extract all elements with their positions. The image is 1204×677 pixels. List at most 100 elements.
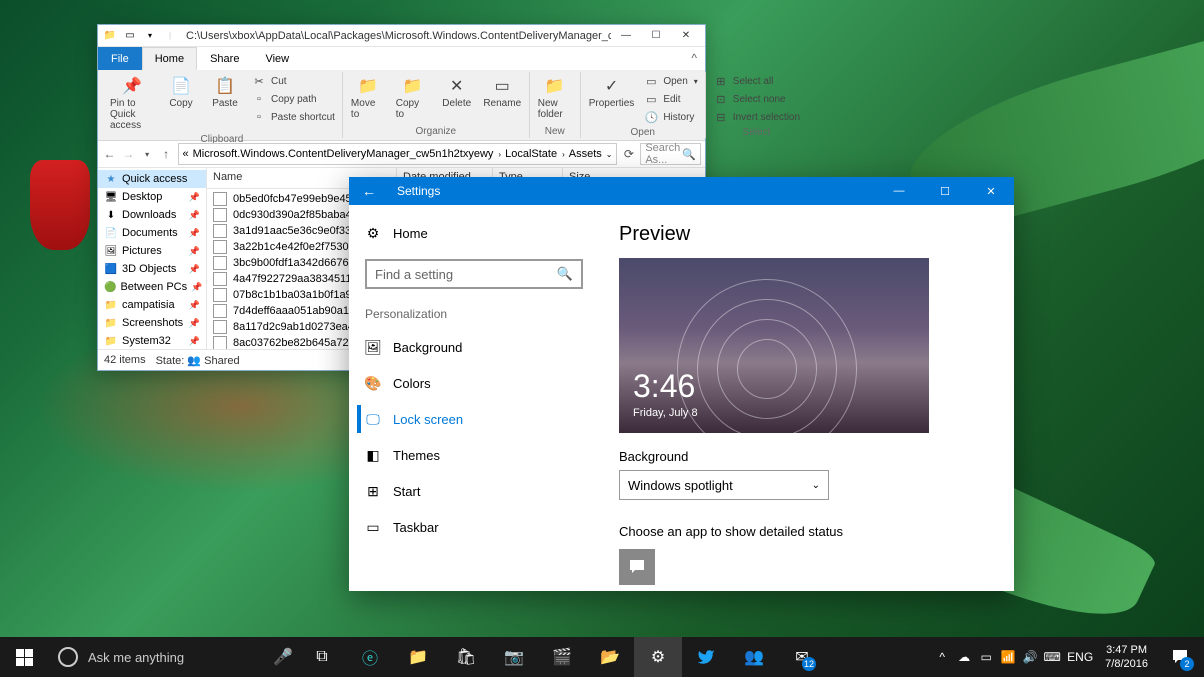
edge-app[interactable]: ⓔ — [346, 637, 394, 677]
store-app[interactable]: 🛍 — [442, 637, 490, 677]
language-indicator[interactable]: ENG — [1063, 637, 1097, 677]
close-button[interactable]: ✕ — [671, 26, 701, 46]
quick-access[interactable]: ★Quick access — [98, 170, 206, 188]
volume-icon[interactable]: 🔊 — [1019, 637, 1041, 677]
close-button[interactable]: ✕ — [968, 177, 1014, 205]
folder-icon: 📁 — [102, 28, 118, 44]
copy-to-button[interactable]: 📁Copy to — [392, 72, 434, 122]
settings-title: Settings — [389, 184, 440, 198]
settings-app[interactable]: ⚙ — [634, 637, 682, 677]
file-icon — [213, 288, 227, 302]
sidebar-item-start[interactable]: ⊞Start — [357, 473, 591, 509]
defender-icon[interactable]: ▭ — [975, 637, 997, 677]
copy-button[interactable]: 📄Copy — [160, 72, 202, 111]
nav-item[interactable]: 📁System32📌 — [98, 332, 206, 349]
pin-quick-access-button[interactable]: 📌Pin to Quick access — [106, 72, 158, 133]
nav-back-button[interactable]: ← — [102, 143, 117, 165]
tab-share[interactable]: Share — [197, 47, 252, 70]
folder-icon: 📁 — [104, 298, 118, 312]
cut-button[interactable]: ✂Cut — [248, 72, 338, 90]
nav-forward-button[interactable]: → — [121, 143, 136, 165]
paste-button[interactable]: 📋Paste — [204, 72, 246, 111]
cortana-mic-button[interactable]: 🎤 — [268, 637, 298, 677]
settings-titlebar[interactable]: ← Settings — ☐ ✕ — [349, 177, 1014, 205]
properties-button[interactable]: ✓Properties — [585, 72, 639, 111]
find-setting-input[interactable]: Find a setting 🔍 — [365, 259, 583, 289]
back-button[interactable]: ← — [349, 177, 389, 205]
nav-up-button[interactable]: ↑ — [159, 143, 174, 165]
new-folder-button[interactable]: 📁New folder — [534, 72, 576, 122]
maximize-button[interactable]: ☐ — [641, 26, 671, 46]
mail-app[interactable]: ✉12 — [778, 637, 826, 677]
choose-app-button[interactable] — [619, 549, 655, 585]
keyboard-icon[interactable]: ⌨ — [1041, 637, 1063, 677]
sidebar-item-colors[interactable]: 🎨Colors — [357, 365, 591, 401]
nav-item[interactable]: 📄Documents📌 — [98, 224, 206, 242]
clock[interactable]: 3:47 PM 7/8/2016 — [1097, 643, 1156, 671]
sidebar-group-label: Personalization — [357, 307, 591, 329]
select-all-icon: ⊞ — [713, 73, 729, 89]
rename-button[interactable]: ▭Rename — [480, 72, 525, 111]
sidebar-item-background[interactable]: 🖼Background — [357, 329, 591, 365]
camera-app[interactable]: 📷 — [490, 637, 538, 677]
tab-home[interactable]: Home — [142, 47, 197, 70]
edit-button[interactable]: ▭Edit — [640, 90, 700, 108]
movies-app[interactable]: 🎬 — [538, 637, 586, 677]
file-icon — [213, 320, 227, 334]
twitter-app[interactable] — [682, 637, 730, 677]
sidebar-item-lock-screen[interactable]: 🖵Lock screen — [357, 401, 591, 437]
explorer-search-input[interactable]: Search As... 🔍 — [640, 143, 701, 165]
background-dropdown[interactable]: Windows spotlight ⌄ — [619, 470, 829, 500]
nav-item[interactable]: 🟦3D Objects📌 — [98, 260, 206, 278]
invert-selection-button[interactable]: ⊟Invert selection — [710, 108, 803, 126]
minimize-button[interactable]: — — [876, 177, 922, 205]
breadcrumb[interactable]: Assets — [569, 148, 602, 160]
tray-overflow-button[interactable]: ^ — [931, 637, 953, 677]
nav-item[interactable]: 🖥Desktop📌 — [98, 188, 206, 206]
open-button[interactable]: ▭Open▾ — [640, 72, 700, 90]
breadcrumb[interactable]: « — [183, 148, 189, 160]
sidebar-item-taskbar[interactable]: ▭Taskbar — [357, 509, 591, 545]
task-view-button[interactable]: ⧉ — [298, 637, 346, 677]
onedrive-icon[interactable]: ☁ — [953, 637, 975, 677]
breadcrumb[interactable]: LocalState› — [505, 148, 565, 160]
tab-view[interactable]: View — [252, 47, 302, 70]
preview-time: 3:46 — [633, 368, 695, 405]
file-explorer-app[interactable]: 📁 — [394, 637, 442, 677]
select-none-button[interactable]: ⊡Select none — [710, 90, 803, 108]
pin-icon: 📌 — [189, 318, 200, 329]
minimize-button[interactable]: — — [611, 26, 641, 46]
nav-item[interactable]: 📁campatisia📌 — [98, 296, 206, 314]
file-icon — [213, 272, 227, 286]
qat-dropdown-icon[interactable]: ▾ — [142, 28, 158, 44]
nav-item[interactable]: ⬇Downloads📌 — [98, 206, 206, 224]
select-all-button[interactable]: ⊞Select all — [710, 72, 803, 90]
copy-path-button[interactable]: ▫Copy path — [248, 90, 338, 108]
start-button[interactable] — [0, 637, 48, 677]
move-to-button[interactable]: 📁Move to — [347, 72, 390, 122]
people-app[interactable]: 👥 — [730, 637, 778, 677]
refresh-button[interactable]: ⟳ — [621, 143, 636, 165]
nav-item[interactable]: 📁Screenshots📌 — [98, 314, 206, 332]
explorer-running[interactable]: 📂 — [586, 637, 634, 677]
nav-recent-button[interactable]: ▾ — [140, 143, 155, 165]
pin-icon: 📌 — [189, 246, 200, 257]
action-center-button[interactable]: 2 — [1156, 637, 1204, 677]
history-button[interactable]: 🕓History — [640, 108, 700, 126]
nav-item[interactable]: 🖼Pictures📌 — [98, 242, 206, 260]
tab-file[interactable]: File — [98, 47, 142, 70]
explorer-titlebar[interactable]: 📁 ▭ ▾ | C:\Users\xbox\AppData\Local\Pack… — [98, 25, 705, 47]
sidebar-item-themes[interactable]: ◧Themes — [357, 437, 591, 473]
home-link[interactable]: ⚙ Home — [357, 217, 591, 249]
qat-props-icon[interactable]: ▭ — [122, 28, 138, 44]
chevron-down-icon[interactable]: ⌄ — [606, 150, 613, 159]
breadcrumb[interactable]: Microsoft.Windows.ContentDeliveryManager… — [193, 148, 501, 160]
ribbon-collapse-icon[interactable]: ^ — [683, 47, 705, 70]
network-icon[interactable]: 📶 — [997, 637, 1019, 677]
cortana-search[interactable]: Ask me anything — [48, 637, 268, 677]
address-bar[interactable]: « Microsoft.Windows.ContentDeliveryManag… — [178, 143, 618, 165]
delete-button[interactable]: ✕Delete — [436, 72, 478, 111]
maximize-button[interactable]: ☐ — [922, 177, 968, 205]
paste-shortcut-button[interactable]: ▫Paste shortcut — [248, 108, 338, 126]
nav-item[interactable]: 🟢Between PCs📌 — [98, 278, 206, 296]
